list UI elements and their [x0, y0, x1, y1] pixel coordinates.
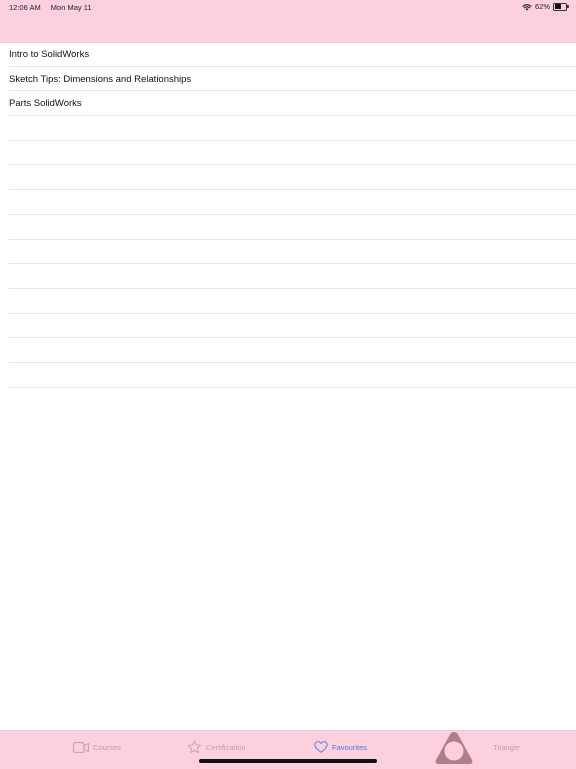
tab-bar: Courses Certification Favourites Triangl…: [0, 730, 576, 769]
home-indicator: [199, 759, 377, 763]
empty-row: [0, 338, 576, 363]
course-title: Intro to SolidWorks: [9, 48, 90, 60]
empty-row: [0, 289, 576, 314]
course-title: Parts SolidWorks: [9, 98, 82, 110]
tab-triangle[interactable]: Triangle: [434, 730, 520, 766]
empty-row: [0, 363, 576, 388]
tab-label-favourites: Favourites: [332, 742, 368, 752]
wifi-icon: [522, 3, 532, 11]
tab-courses[interactable]: Courses: [73, 731, 121, 763]
heart-icon: [314, 741, 328, 753]
tab-label-triangle: Triangle: [493, 742, 520, 752]
triangle-logo-icon: [434, 730, 474, 766]
status-left: 12:06 AM Mon May 11: [9, 3, 92, 12]
tab-label-certification: Certification: [206, 742, 246, 752]
status-bar: 12:06 AM Mon May 11 62%: [0, 0, 576, 14]
course-row[interactable]: Sketch Tips: Dimensions and Relationship…: [0, 67, 576, 92]
status-date: Mon May 11: [50, 3, 92, 12]
course-list: Intro to SolidWorks Sketch Tips: Dimensio…: [0, 42, 576, 388]
empty-row: [0, 190, 576, 215]
empty-row: [0, 141, 576, 166]
empty-row: [0, 215, 576, 240]
status-right: 62%: [522, 2, 569, 11]
empty-row: [0, 165, 576, 190]
empty-row: [0, 116, 576, 141]
tab-label-courses: Courses: [93, 742, 121, 752]
empty-row: [0, 240, 576, 265]
battery-percent: 62%: [534, 2, 550, 11]
course-row[interactable]: Intro to SolidWorks: [0, 42, 576, 67]
empty-row: [0, 314, 576, 339]
star-icon: [187, 740, 202, 754]
video-camera-icon: [73, 741, 89, 753]
battery-level: [554, 4, 562, 9]
course-title: Sketch Tips: Dimensions and Relationship…: [9, 73, 192, 85]
course-row[interactable]: Parts SolidWorks: [0, 91, 576, 116]
battery-icon: [553, 2, 569, 11]
empty-row: [0, 264, 576, 289]
status-time: 12:06 AM: [9, 3, 41, 12]
